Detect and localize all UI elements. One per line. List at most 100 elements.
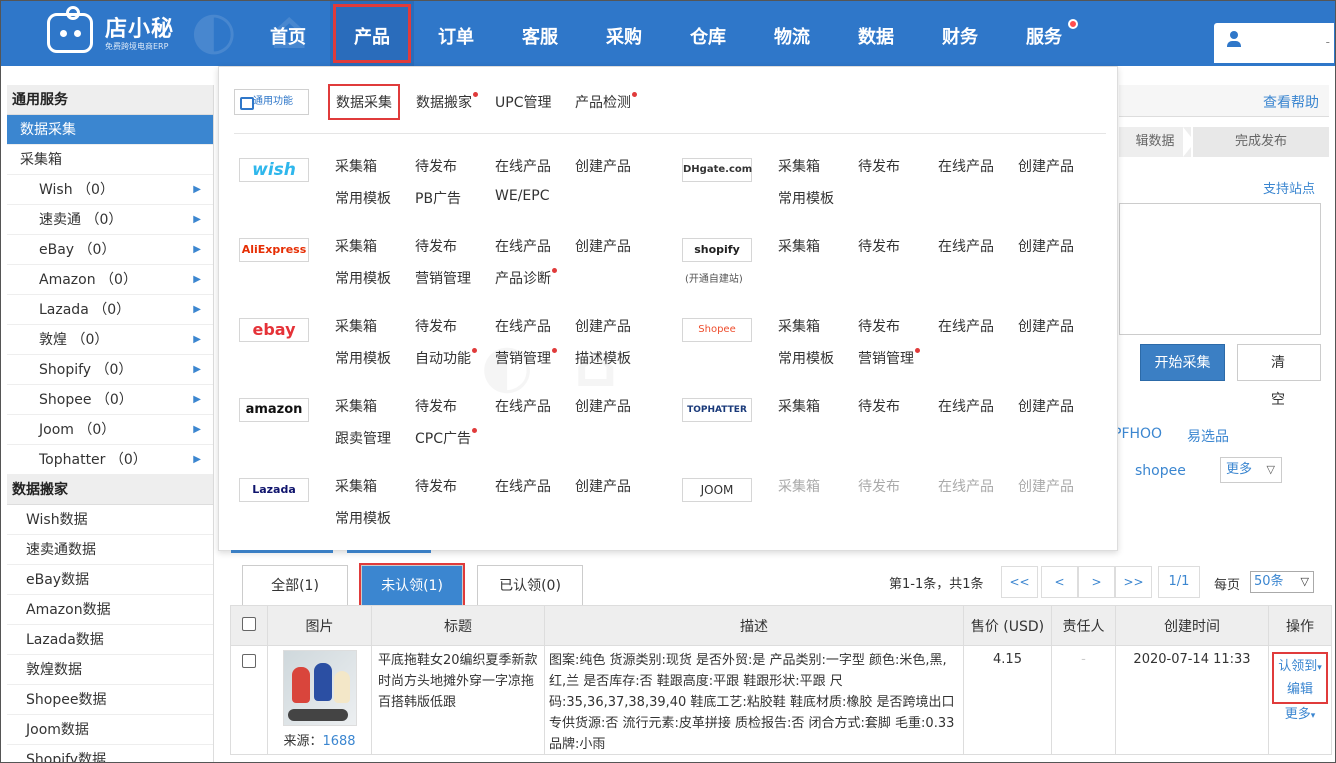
clear-button[interactable]: 清空	[1237, 344, 1321, 408]
platform-link[interactable]: 创建产品	[575, 236, 631, 256]
nav-home[interactable]: 首页	[246, 1, 330, 66]
sidebar-subitem[interactable]: Wish （0） ▶	[7, 175, 213, 205]
platform-link[interactable]: 常用模板	[335, 508, 391, 528]
platform-link[interactable]: 常用模板	[778, 348, 834, 368]
pager-next-button[interactable]: >	[1078, 566, 1115, 598]
platform-link[interactable]: WE/EPC	[495, 188, 549, 204]
site-link-pfhoo[interactable]: PFHOO	[1113, 426, 1162, 442]
tab-unclaimed[interactable]: 未认领(1)	[359, 563, 465, 607]
tab-all[interactable]: 全部(1)	[242, 565, 348, 605]
platform-link[interactable]: 创建产品	[1018, 156, 1074, 176]
platform-link[interactable]: 待发布	[415, 396, 457, 416]
platform-link[interactable]: 在线产品	[938, 316, 994, 336]
tab-product-check[interactable]: 产品检测	[575, 92, 637, 112]
sidebar-subitem[interactable]: eBay （0） ▶	[7, 235, 213, 265]
sidebar-migration-item[interactable]: Shopee数据	[7, 685, 213, 715]
platform-link[interactable]: 常用模板	[335, 268, 391, 288]
platform-link[interactable]: 在线产品	[495, 396, 551, 416]
platform-link[interactable]: 创建产品	[575, 316, 631, 336]
platform-link[interactable]: 采集箱	[335, 316, 377, 336]
platform-link[interactable]: 采集箱	[335, 396, 377, 416]
site-link-yixuanpin[interactable]: 易选品	[1187, 426, 1229, 446]
supported-sites-link[interactable]: 支持站点	[1263, 178, 1315, 197]
platform-link[interactable]: 采集箱	[335, 156, 377, 176]
platform-link[interactable]: 创建产品	[1018, 476, 1074, 496]
sidebar-migration-item[interactable]: Wish数据	[7, 505, 213, 535]
platform-link[interactable]: 在线产品	[938, 396, 994, 416]
sidebar-subitem[interactable]: 速卖通 （0） ▶	[7, 205, 213, 235]
site-link-shopee[interactable]: shopee	[1135, 463, 1186, 479]
sidebar-subitem[interactable]: Lazada （0） ▶	[7, 295, 213, 325]
help-link[interactable]: 查看帮助	[1263, 92, 1319, 112]
edit-button[interactable]: 编辑	[1278, 679, 1322, 700]
platform-link[interactable]: 创建产品	[1018, 236, 1074, 256]
platform-link[interactable]: 在线产品	[938, 476, 994, 496]
platform-link[interactable]: 采集箱	[778, 476, 820, 496]
platform-link[interactable]: 采集箱	[335, 236, 377, 256]
nav-data[interactable]: 数据	[834, 1, 918, 66]
platform-link[interactable]: 创建产品	[575, 476, 631, 496]
sidebar-migration-item[interactable]: 速卖通数据	[7, 535, 213, 565]
platform-link[interactable]: 待发布	[858, 156, 900, 176]
platform-link[interactable]: 采集箱	[778, 316, 820, 336]
sidebar-subitem[interactable]: Shopee （0） ▶	[7, 385, 213, 415]
row-checkbox[interactable]	[242, 654, 256, 668]
platform-link[interactable]: 待发布	[415, 316, 457, 336]
platform-link[interactable]: 营销管理	[858, 348, 920, 368]
nav-finance[interactable]: 财务	[918, 1, 1002, 66]
product-thumbnail[interactable]	[282, 650, 357, 726]
source-link[interactable]: 1688	[322, 734, 355, 749]
platform-link[interactable]: 在线产品	[495, 476, 551, 496]
platform-link[interactable]: 待发布	[858, 476, 900, 496]
pager-prev-button[interactable]: <	[1041, 566, 1078, 598]
platform-link[interactable]: 待发布	[415, 476, 457, 496]
sidebar-migration-item[interactable]: Shopify数据	[7, 745, 213, 762]
sidebar-migration-item[interactable]: eBay数据	[7, 565, 213, 595]
platform-link[interactable]: 营销管理	[495, 348, 557, 368]
platform-link[interactable]: 营销管理	[415, 268, 471, 288]
nav-service[interactable]: 服务	[1002, 1, 1086, 66]
sidebar-migration-item[interactable]: 敦煌数据	[7, 655, 213, 685]
more-actions-button[interactable]: 更多▾	[1269, 704, 1331, 727]
nav-logistics[interactable]: 物流	[750, 1, 834, 66]
user-menu[interactable]: -	[1214, 23, 1334, 63]
select-all-checkbox[interactable]	[242, 616, 256, 631]
platform-link[interactable]: 待发布	[415, 156, 457, 176]
sidebar-subitem[interactable]: 敦煌 （0） ▶	[7, 325, 213, 355]
platform-link[interactable]: 常用模板	[335, 348, 391, 368]
sidebar-subitem[interactable]: Amazon （0） ▶	[7, 265, 213, 295]
platform-link[interactable]: 产品诊断	[495, 268, 557, 288]
sidebar-migration-item[interactable]: Joom数据	[7, 715, 213, 745]
tab-data-migration[interactable]: 数据搬家	[416, 92, 478, 112]
platform-link[interactable]: 待发布	[858, 396, 900, 416]
platform-link[interactable]: 在线产品	[495, 316, 551, 336]
nav-customer-service[interactable]: 客服	[498, 1, 582, 66]
sidebar-item-data-collect[interactable]: 数据采集	[7, 115, 213, 145]
platform-link[interactable]: 在线产品	[495, 156, 551, 176]
logo[interactable]: 店小秘 免费跨境电商ERP	[47, 6, 187, 57]
platform-link[interactable]: 待发布	[858, 316, 900, 336]
platform-link[interactable]: 创建产品	[1018, 396, 1074, 416]
platform-link[interactable]: PB广告	[415, 188, 461, 208]
platform-link[interactable]: 待发布	[415, 236, 457, 256]
pager-first-button[interactable]: <<	[1001, 566, 1038, 598]
platform-link[interactable]: 待发布	[858, 236, 900, 256]
per-page-select[interactable]: 50条 ▽	[1250, 571, 1314, 593]
tab-claimed[interactable]: 已认领(0)	[477, 565, 583, 605]
platform-link[interactable]: 采集箱	[778, 156, 820, 176]
platform-link[interactable]: 在线产品	[495, 236, 551, 256]
platform-link[interactable]: 采集箱	[335, 476, 377, 496]
sidebar-migration-item[interactable]: Amazon数据	[7, 595, 213, 625]
platform-link[interactable]: 在线产品	[938, 156, 994, 176]
more-sites-dropdown[interactable]: 更多 ▽	[1220, 457, 1282, 483]
nav-orders[interactable]: 订单	[414, 1, 498, 66]
platform-link[interactable]: 常用模板	[335, 188, 391, 208]
platform-link[interactable]: 描述模板	[575, 348, 631, 368]
nav-purchase[interactable]: 采购	[582, 1, 666, 66]
platform-link[interactable]: 创建产品	[575, 396, 631, 416]
tab-data-collect[interactable]: 数据采集	[328, 84, 400, 120]
platform-link[interactable]: 在线产品	[938, 236, 994, 256]
start-collect-button[interactable]: 开始采集	[1140, 344, 1225, 381]
platform-link[interactable]: 创建产品	[575, 156, 631, 176]
sidebar-item-collect-box[interactable]: 采集箱	[7, 145, 213, 175]
